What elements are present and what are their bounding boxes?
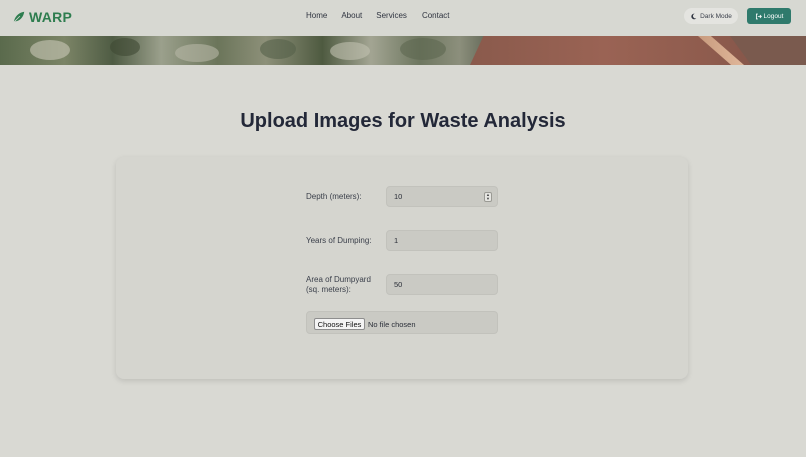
area-label-line1: Area of Dumpyard [306,275,371,284]
nav-links: Home About Services Contact [306,11,450,20]
leaf-icon [13,11,25,23]
depth-stepper[interactable]: ▲ ▼ [484,192,492,202]
file-status-text: No file chosen [368,320,416,329]
area-input[interactable]: 50 [386,274,498,295]
banner-blot [110,38,140,56]
page-title: Upload Images for Waste Analysis [240,110,566,132]
depth-value: 10 [394,192,403,201]
nav-link-services[interactable]: Services [376,11,407,20]
dark-mode-label: Dark Mode [700,12,732,20]
depth-label: Depth (meters): [306,192,362,201]
logout-label: Logout [763,12,784,20]
choose-files-button[interactable]: Choose Files [314,318,365,330]
years-value: 1 [394,236,399,245]
moon-icon [691,13,697,19]
banner-blot [175,44,219,62]
logout-icon [755,13,762,19]
years-input[interactable]: 1 [386,230,498,251]
hero-banner-image [0,36,806,65]
banner-blot [330,42,370,60]
dark-mode-button[interactable]: Dark Mode [684,8,738,24]
nav-link-contact[interactable]: Contact [422,11,450,20]
banner-blot [260,39,296,59]
nav-link-about[interactable]: About [341,11,362,20]
logout-button[interactable]: Logout [747,8,791,24]
file-upload-field[interactable]: Choose Files No file chosen [306,311,498,334]
brand-name: WARP [29,9,73,25]
navbar: WARP Home About Services Contact Dark Mo… [0,0,806,36]
years-label: Years of Dumping: [306,236,372,245]
area-value: 50 [394,280,403,289]
area-label-line2: (sq. meters): [306,285,351,294]
depth-input[interactable]: 10 ▲ ▼ [386,186,498,207]
brand-logo[interactable]: WARP [12,8,72,26]
stepper-down-icon[interactable]: ▼ [486,197,490,201]
banner-blot [30,40,70,60]
banner-blot [400,38,446,60]
nav-link-home[interactable]: Home [306,11,327,20]
